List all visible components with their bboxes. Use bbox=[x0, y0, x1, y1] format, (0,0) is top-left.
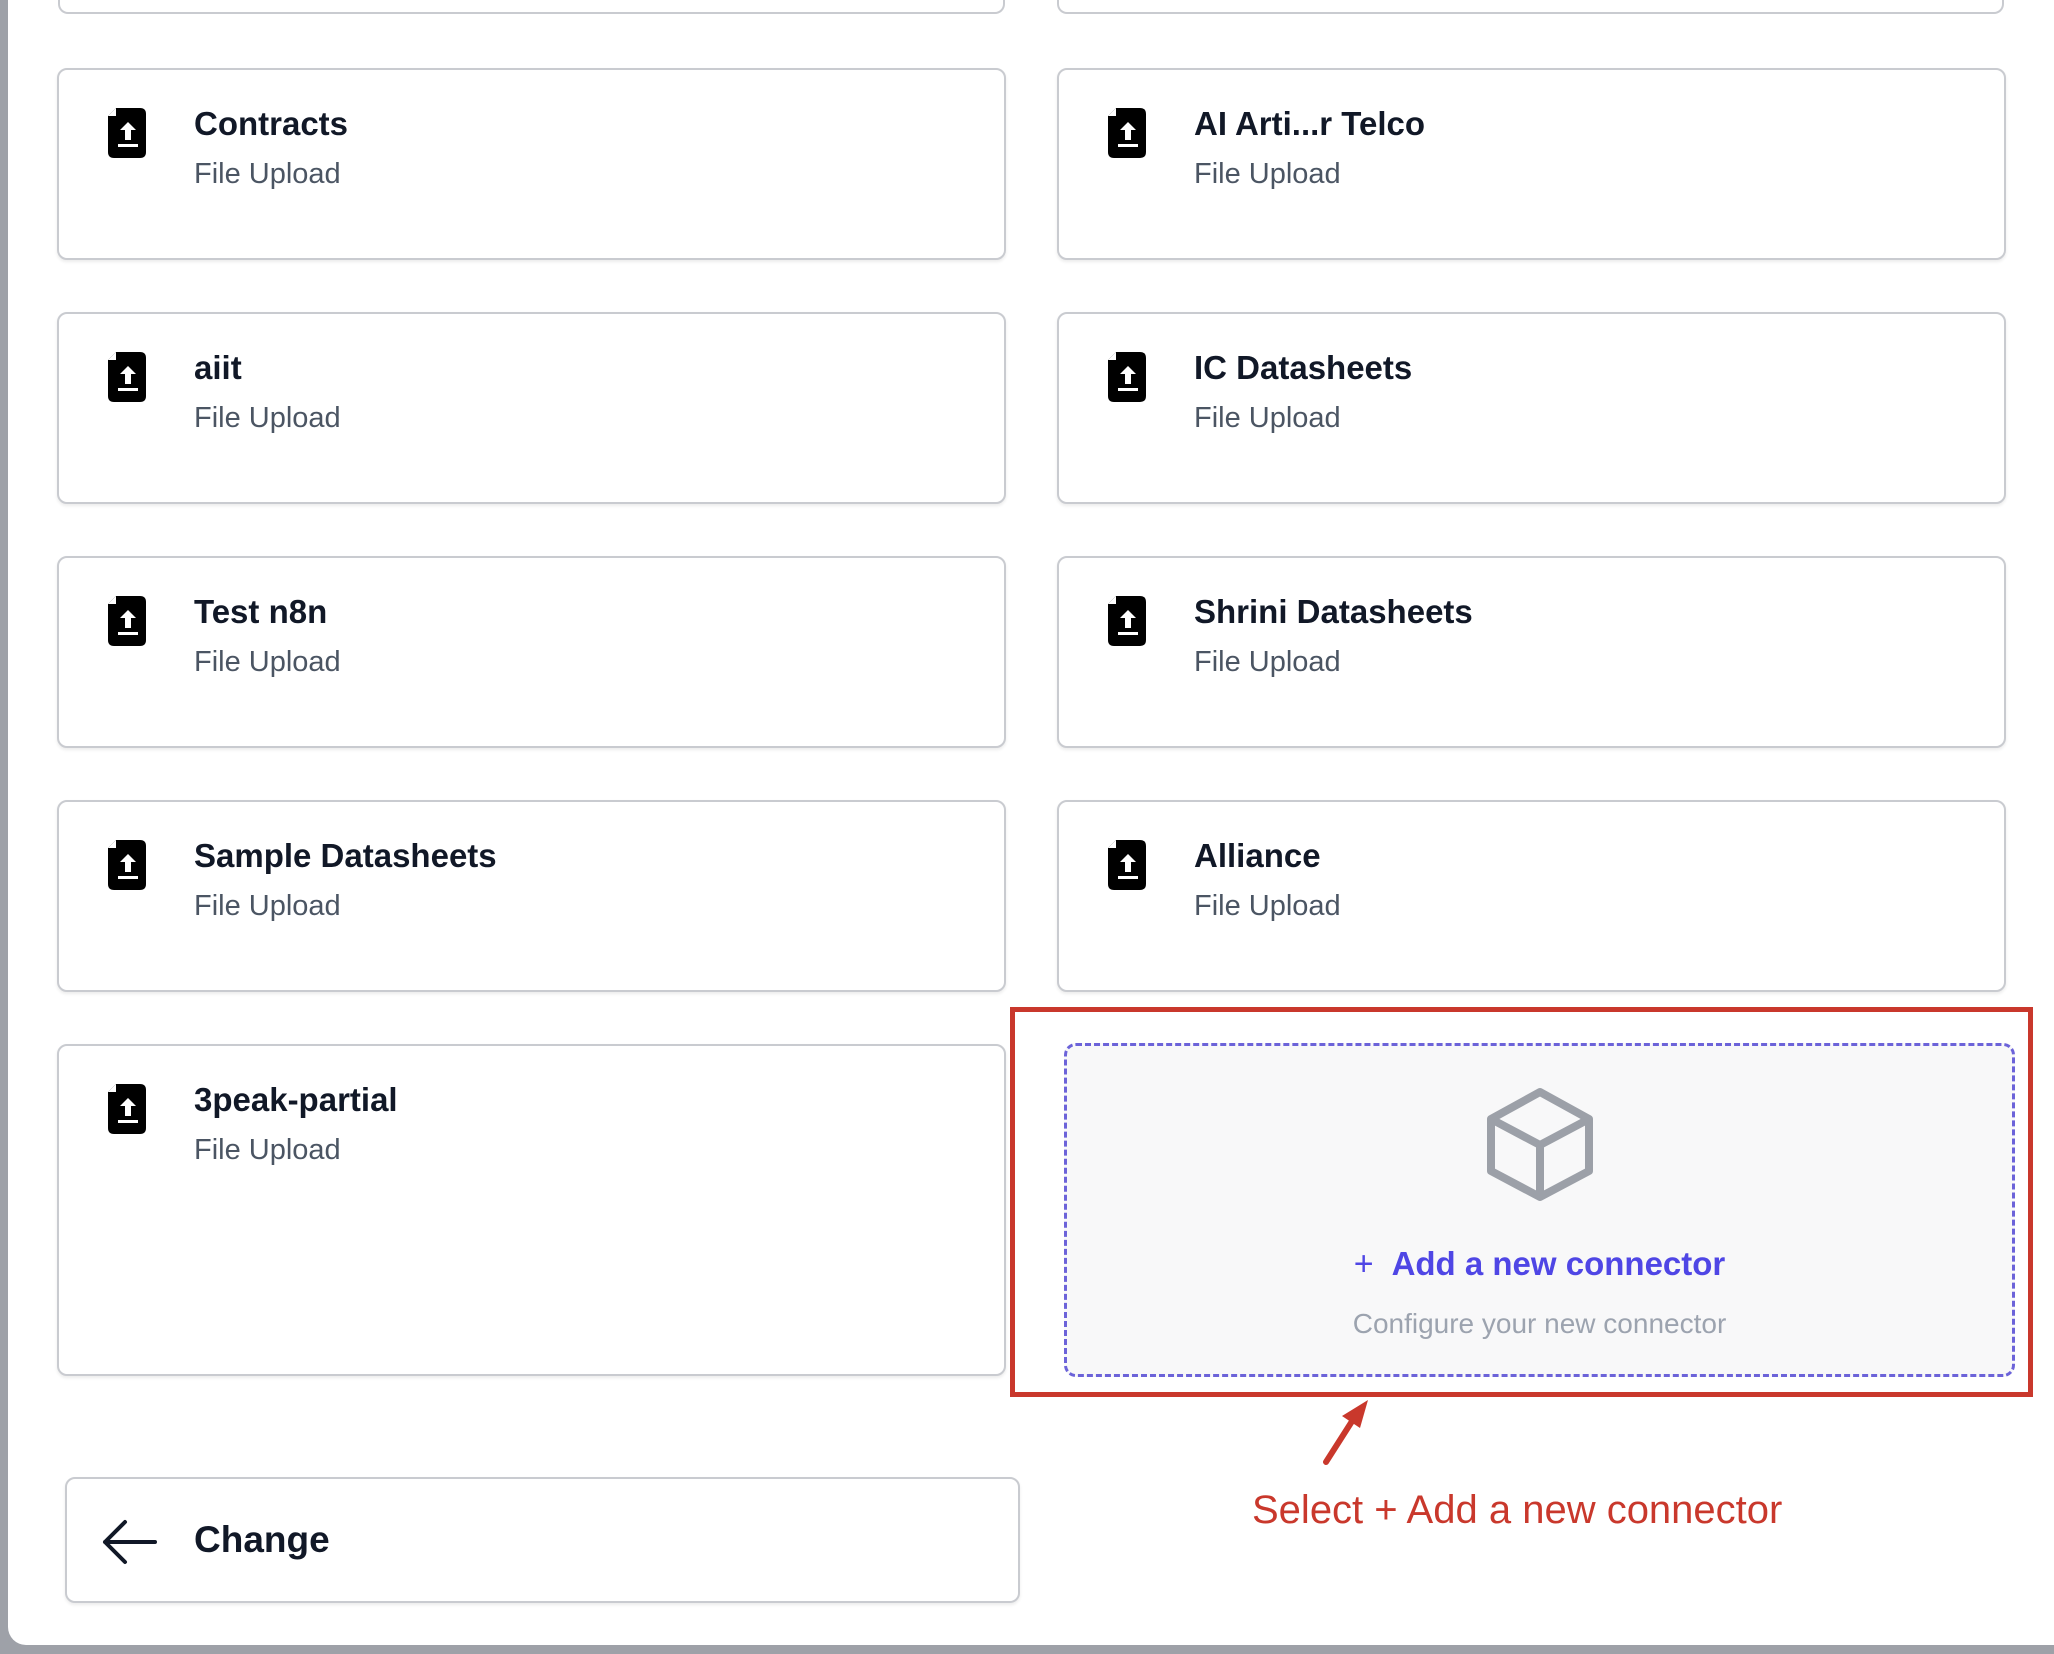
connector-card-3peak-partial[interactable]: 3peak-partial File Upload bbox=[57, 1044, 1006, 1376]
connector-card-contracts[interactable]: Contracts File Upload bbox=[57, 68, 1006, 260]
connector-name: Contracts bbox=[194, 105, 349, 142]
change-button-label: Change bbox=[194, 1519, 330, 1560]
connector-name: Shrini Datasheets bbox=[1194, 593, 1473, 630]
connector-name: Sample Datasheets bbox=[194, 837, 497, 874]
connector-name: Test n8n bbox=[194, 593, 328, 630]
connector-card-ic-datasheets[interactable]: IC Datasheets File Upload bbox=[1057, 312, 2006, 504]
connector-name: IC Datasheets bbox=[1194, 349, 1413, 386]
connector-panel: Contracts File Upload AI Arti...r Telco … bbox=[8, 0, 2054, 1645]
file-upload-icon bbox=[1108, 840, 1146, 890]
connector-card-aiit[interactable]: aiit File Upload bbox=[57, 312, 1006, 504]
connector-type: File Upload bbox=[1194, 646, 1341, 678]
connector-type: File Upload bbox=[194, 158, 341, 190]
connector-type: File Upload bbox=[194, 1134, 341, 1166]
arrow-left-icon bbox=[103, 1520, 157, 1564]
file-upload-icon bbox=[108, 840, 146, 890]
connector-type: File Upload bbox=[1194, 402, 1341, 434]
connector-card-ai-arti-telco[interactable]: AI Arti...r Telco File Upload bbox=[1057, 68, 2006, 260]
connector-type: File Upload bbox=[1194, 158, 1341, 190]
file-upload-icon bbox=[108, 596, 146, 646]
file-upload-icon bbox=[108, 352, 146, 402]
annotation-highlight-box bbox=[1010, 1007, 2033, 1397]
connector-name: Alliance bbox=[1194, 837, 1321, 874]
connector-card-test-n8n[interactable]: Test n8n File Upload bbox=[57, 556, 1006, 748]
file-upload-icon bbox=[108, 1084, 146, 1134]
connector-name: aiit bbox=[194, 349, 242, 386]
connector-type: File Upload bbox=[194, 890, 341, 922]
partial-connector-card-right[interactable] bbox=[1057, 0, 2004, 14]
connector-name: 3peak-partial bbox=[194, 1081, 398, 1118]
partial-connector-card-left[interactable] bbox=[58, 0, 1005, 14]
connector-card-sample-datasheets[interactable]: Sample Datasheets File Upload bbox=[57, 800, 1006, 992]
file-upload-icon bbox=[1108, 596, 1146, 646]
file-upload-icon bbox=[1108, 352, 1146, 402]
connector-type: File Upload bbox=[194, 646, 341, 678]
connector-card-shrini-datasheets[interactable]: Shrini Datasheets File Upload bbox=[1057, 556, 2006, 748]
connector-type: File Upload bbox=[194, 402, 341, 434]
change-button[interactable]: Change bbox=[65, 1477, 1020, 1603]
file-upload-icon bbox=[108, 108, 146, 158]
file-upload-icon bbox=[1108, 108, 1146, 158]
annotation-text: Select + Add a new connector bbox=[1252, 1488, 1783, 1532]
connector-type: File Upload bbox=[1194, 890, 1341, 922]
connector-card-alliance[interactable]: Alliance File Upload bbox=[1057, 800, 2006, 992]
annotation-arrow-icon bbox=[1323, 1400, 1368, 1465]
connector-name: AI Arti...r Telco bbox=[1194, 105, 1426, 142]
